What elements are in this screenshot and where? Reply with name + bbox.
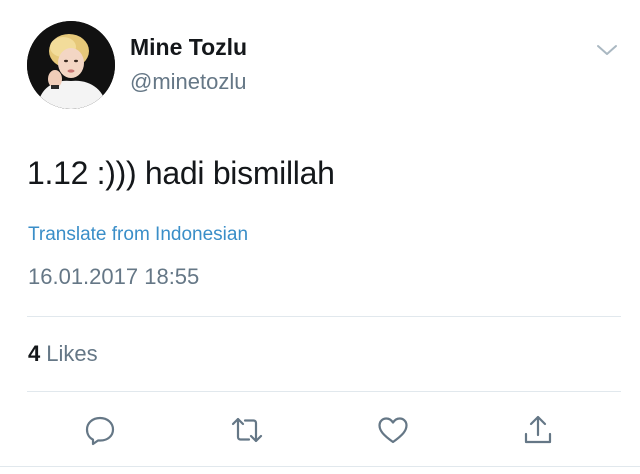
display-name[interactable]: Mine Tozlu (130, 34, 247, 61)
tweet-timestamp[interactable]: 16.01.2017 18:55 (28, 264, 199, 290)
divider (27, 316, 621, 317)
retweet-arrows-icon (231, 417, 263, 443)
heart-icon (378, 417, 408, 444)
tweet-text: 1.12 :))) hadi bismillah (27, 155, 335, 191)
reply-button[interactable] (80, 410, 120, 450)
chevron-down-icon[interactable] (594, 40, 620, 60)
translate-link[interactable]: Translate from Indonesian (28, 224, 248, 246)
likes-stat[interactable]: 4 Likes (28, 341, 98, 367)
divider (27, 391, 621, 392)
avatar[interactable] (27, 21, 115, 109)
like-button[interactable] (373, 410, 413, 450)
user-handle[interactable]: @minetozlu (130, 69, 247, 95)
speech-bubble-icon (85, 416, 115, 446)
share-button[interactable] (518, 410, 558, 450)
share-upload-icon (524, 415, 552, 444)
retweet-button[interactable] (227, 410, 267, 450)
divider (0, 466, 640, 467)
profile-photo (27, 21, 115, 109)
likes-label: Likes (46, 341, 98, 366)
likes-count: 4 (28, 341, 41, 366)
